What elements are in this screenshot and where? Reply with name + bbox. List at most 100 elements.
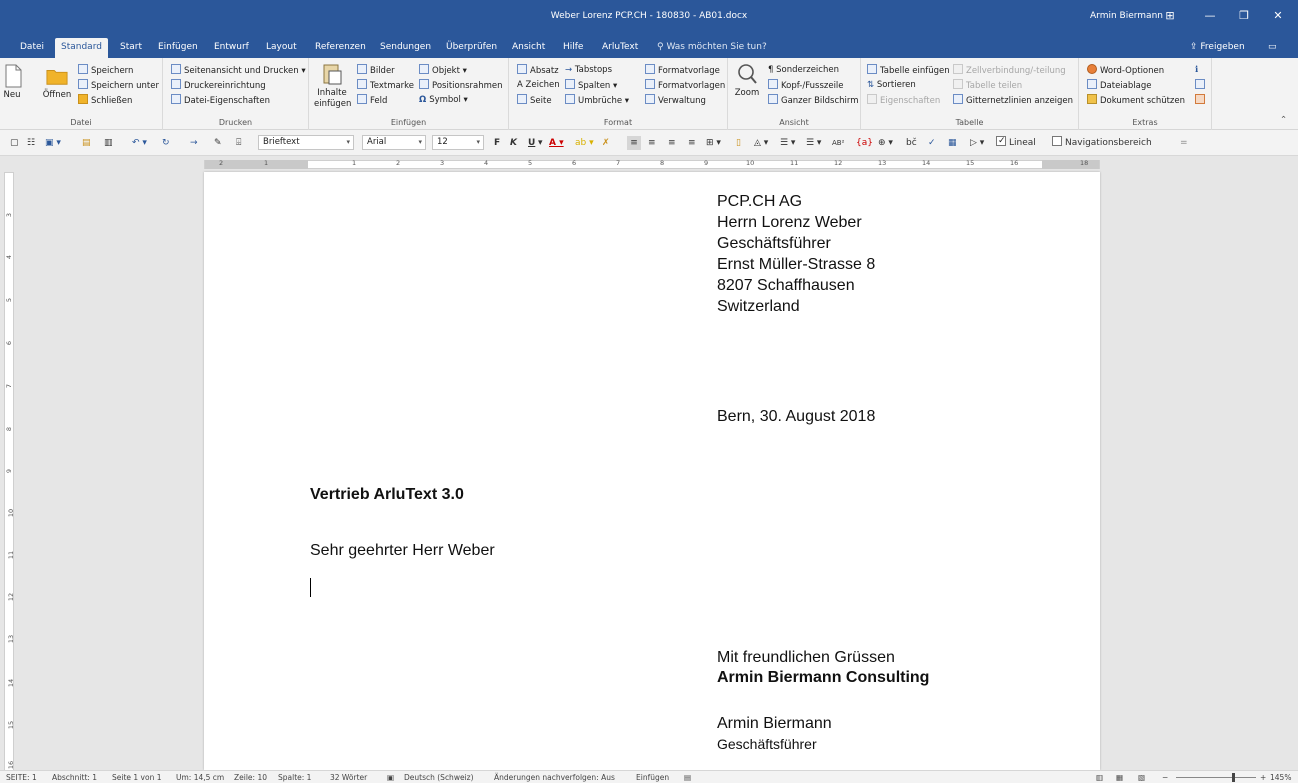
align-left-icon[interactable]: ≡ <box>627 136 641 150</box>
shading-icon[interactable]: ▯ <box>736 136 741 150</box>
styles-button[interactable]: Formatvorlagen <box>645 79 725 92</box>
letter-closing[interactable]: Mit freundlichen Grüssen <box>717 647 895 668</box>
new-doc-icon[interactable]: ▢ <box>10 136 19 150</box>
signer-title[interactable]: Geschäftsführer <box>717 735 817 753</box>
status-section[interactable]: Abschnitt: 1 <box>52 772 97 783</box>
bullets-icon[interactable]: ☰ ▾ <box>780 136 795 150</box>
borders-icon[interactable]: ⊞ ▾ <box>706 136 721 150</box>
letter-date[interactable]: Bern, 30. August 2018 <box>717 406 875 427</box>
word-icon[interactable] <box>1195 79 1208 92</box>
style-button[interactable]: Formatvorlage <box>645 64 720 77</box>
word-options-button[interactable]: Word-Optionen <box>1087 64 1164 77</box>
justify-icon[interactable]: ≡ <box>688 136 696 150</box>
superscript-icon[interactable]: AB² <box>832 136 844 150</box>
tabstops-button[interactable]: → Tabstops <box>565 64 612 76</box>
minimize-icon[interactable]: — <box>1198 6 1222 26</box>
object-button[interactable]: Objekt ▾ <box>419 64 467 77</box>
save-button[interactable]: Speichern <box>78 64 133 77</box>
arrow-right-qat-icon[interactable]: → <box>190 136 198 150</box>
insert-field-icon[interactable]: ⊕ ▾ <box>878 136 893 150</box>
tab-standard[interactable]: Standard <box>55 38 108 58</box>
navigation-pane-toggle[interactable]: Navigationsbereich <box>1052 136 1152 150</box>
print-preview-button[interactable]: Seitenansicht und Drucken ▾ <box>171 64 306 77</box>
word-count-icon[interactable]: bč <box>906 136 917 150</box>
character-button[interactable]: A Zeichen <box>517 79 560 91</box>
frame-button[interactable]: Positionsrahmen <box>419 79 503 92</box>
align-right-icon[interactable]: ≡ <box>668 136 676 150</box>
printer-setup-button[interactable]: Druckereinrichtung <box>171 79 266 92</box>
file-storage-button[interactable]: Dateiablage <box>1087 79 1151 92</box>
font-color-icon[interactable]: A ▾ <box>549 136 564 150</box>
italic-button[interactable]: K <box>510 136 517 150</box>
export-qat-icon[interactable]: ▥ <box>104 136 113 150</box>
align-center-icon[interactable]: ≡ <box>648 136 656 150</box>
recipient-line[interactable]: Ernst Müller-Strasse 8 <box>717 254 875 275</box>
tab-referenzen[interactable]: Referenzen <box>309 38 372 58</box>
underline-button[interactable]: U <box>528 136 535 150</box>
comments-icon[interactable]: ▭ <box>1262 38 1283 58</box>
macro-icon[interactable]: ▷ ▾ <box>970 136 984 150</box>
recipient-line[interactable]: Herrn Lorenz Weber <box>717 212 862 233</box>
status-column[interactable]: Spalte: 1 <box>278 772 311 783</box>
letter-salutation[interactable]: Sehr geehrter Herr Weber <box>310 540 495 561</box>
tab-entwurf[interactable]: Entwurf <box>208 38 255 58</box>
signer-name[interactable]: Armin Biermann <box>717 713 832 734</box>
status-word-count[interactable]: 32 Wörter <box>330 772 367 783</box>
customize-toolbar-icon[interactable]: = <box>1180 136 1188 150</box>
open-qat-icon[interactable]: ▤ <box>82 136 91 150</box>
split-table-button[interactable]: Tabelle teilen <box>953 79 1022 92</box>
ruler-checkbox[interactable] <box>996 134 1006 148</box>
proofing-icon[interactable]: ▣ <box>387 772 394 783</box>
tab-ueberpruefen[interactable]: Überprüfen <box>440 38 503 58</box>
letter-company[interactable]: Armin Biermann Consulting <box>717 667 929 688</box>
status-position[interactable]: Um: 14,5 cm <box>176 772 224 783</box>
full-screen-button[interactable]: Ganzer Bildschirm <box>768 94 859 107</box>
bold-button[interactable]: F <box>494 136 500 150</box>
paste-button[interactable]: Inhalte einfügen <box>314 62 351 110</box>
zoom-slider[interactable] <box>1176 777 1256 778</box>
tab-hilfe[interactable]: Hilfe <box>557 38 589 58</box>
spellcheck-icon[interactable]: ✎ <box>214 136 222 150</box>
special-chars-button[interactable]: ¶ Sonderzeichen <box>768 64 839 76</box>
clear-format-icon[interactable]: ✗ <box>602 136 610 150</box>
tab-einfuegen[interactable]: Einfügen <box>152 38 204 58</box>
paint-bucket-icon[interactable]: ◬ ▾ <box>754 136 768 150</box>
spelling-icon[interactable]: ✓ <box>928 136 936 150</box>
read-mode-icon[interactable]: ▥ <box>1096 772 1103 783</box>
font-size-selector[interactable]: 12 ▾ <box>432 135 484 150</box>
recipient-line[interactable]: Geschäftsführer <box>717 233 831 254</box>
manage-styles-button[interactable]: Verwaltung <box>645 94 706 107</box>
status-language[interactable]: Deutsch (Schweiz) <box>404 772 474 783</box>
breaks-button[interactable]: Umbrüche ▾ <box>565 94 629 107</box>
status-zoom-level[interactable]: 145% <box>1270 772 1291 783</box>
status-page[interactable]: SEITE: 1 <box>6 772 37 783</box>
save-as-button[interactable]: Speichern unter <box>78 79 159 92</box>
status-line[interactable]: Zeile: 10 <box>234 772 267 783</box>
letter-subject[interactable]: Vertrieb ArluText 3.0 <box>310 484 464 505</box>
structure-icon[interactable]: ☷ <box>27 136 35 150</box>
macro-record-icon[interactable]: ▤ <box>684 772 691 783</box>
paragraph-button[interactable]: Absatz <box>517 64 559 77</box>
tab-arlutext[interactable]: ArluText <box>596 38 644 58</box>
zoom-out-icon[interactable]: − <box>1162 772 1168 783</box>
zoom-button[interactable]: Zoom <box>732 62 762 99</box>
zoom-in-icon[interactable]: + <box>1260 772 1266 783</box>
file-properties-button[interactable]: Datei-Eigenschaften <box>171 94 270 107</box>
save-qat-icon[interactable]: ▣ ▾ <box>45 136 61 150</box>
recipient-line[interactable]: PCP.CH AG <box>717 191 802 212</box>
vertical-ruler[interactable]: 3 4 5 6 7 8 9 10 11 12 13 14 15 16 <box>4 172 15 772</box>
tell-me-search[interactable]: ⚲ Was möchten Sie tun? <box>657 38 767 56</box>
format-painter-icon[interactable]: ⌹ <box>236 136 241 150</box>
pictures-button[interactable]: Bilder <box>357 64 395 77</box>
restore-icon[interactable]: ❐ <box>1232 6 1256 26</box>
table-properties-button[interactable]: Eigenschaften <box>867 94 940 107</box>
bookmark-button[interactable]: Textmarke <box>357 79 414 92</box>
tab-sendungen[interactable]: Sendungen <box>374 38 437 58</box>
redo-icon[interactable]: ↻ <box>162 136 170 150</box>
page-button[interactable]: Seite <box>517 94 552 107</box>
collapse-ribbon-icon[interactable]: ⌃ <box>1280 114 1287 126</box>
protect-document-button[interactable]: Dokument schützen <box>1087 94 1185 107</box>
recipient-line[interactable]: Switzerland <box>717 296 800 317</box>
status-insert-mode[interactable]: Einfügen <box>636 772 669 783</box>
highlight-icon[interactable]: ab ▾ <box>575 136 594 150</box>
